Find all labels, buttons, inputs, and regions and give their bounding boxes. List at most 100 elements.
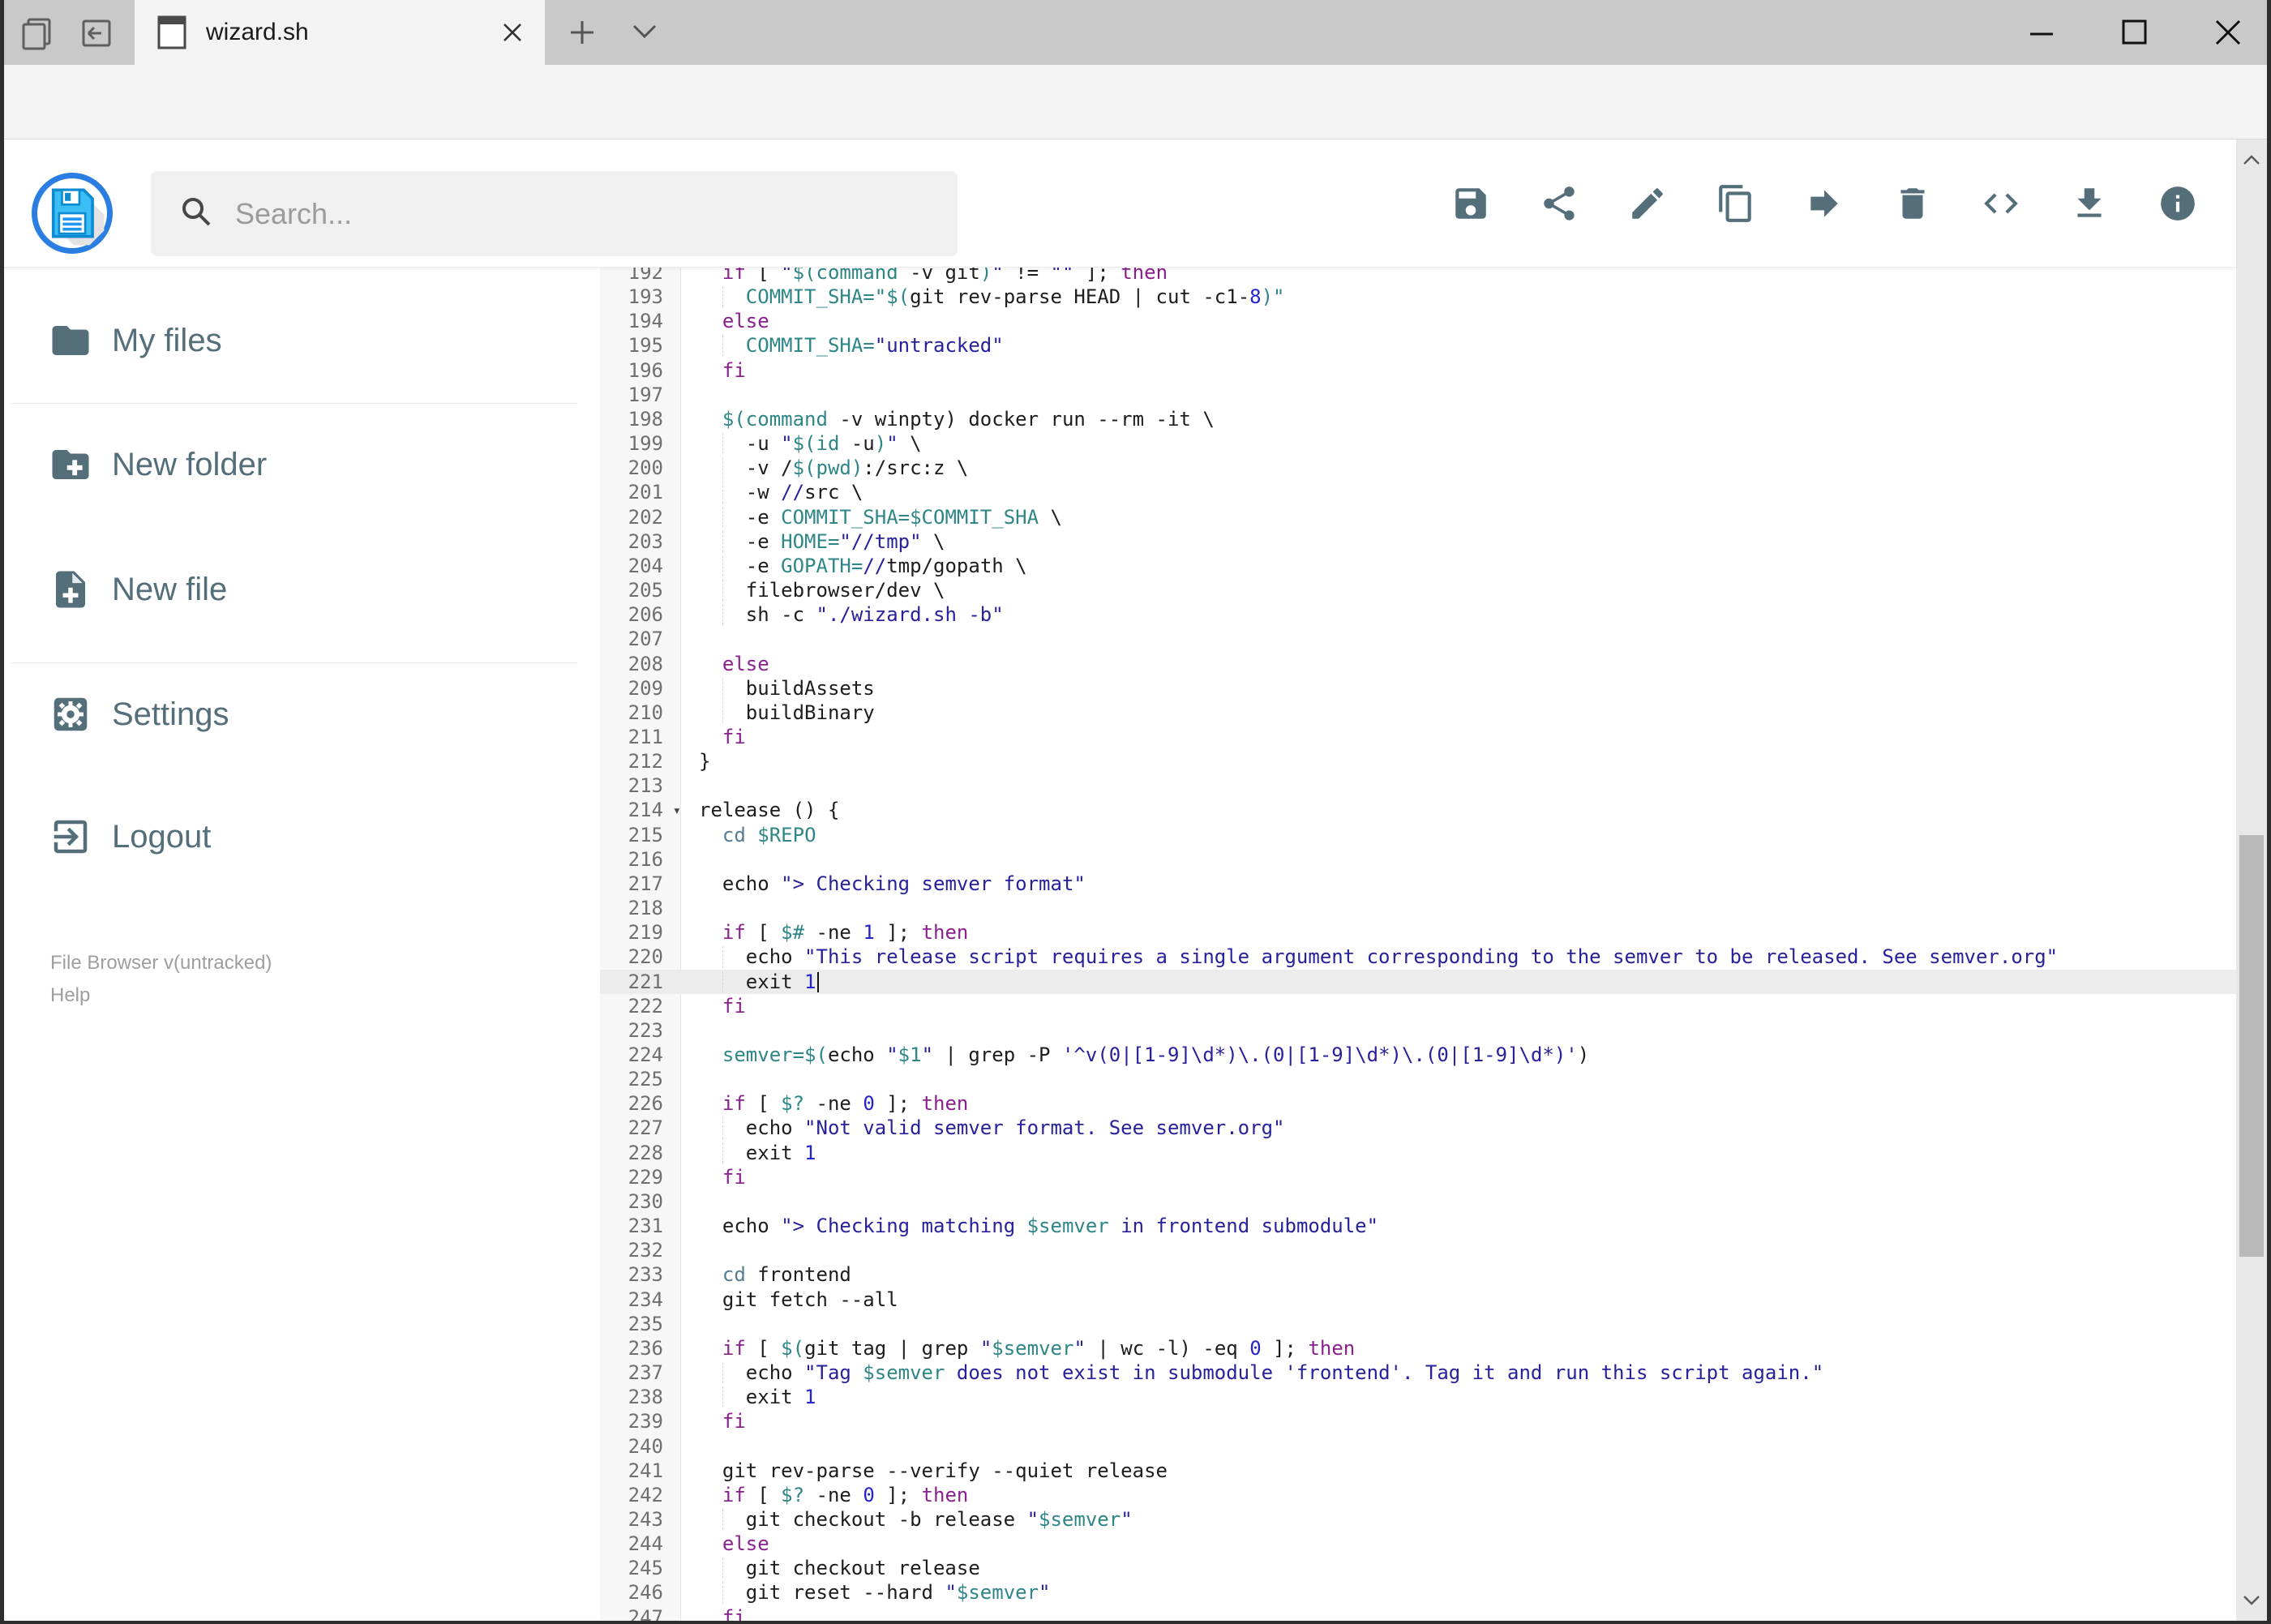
code-text[interactable]: echo "> Checking semver format" (681, 872, 2236, 896)
code-text[interactable]: fi (681, 725, 2236, 749)
code-text[interactable]: buildAssets (681, 676, 2236, 701)
code-text[interactable] (681, 1238, 2236, 1262)
code-text[interactable]: fi (681, 1165, 2236, 1189)
code-text[interactable]: sh -c "./wizard.sh -b" (681, 602, 2236, 627)
code-text[interactable]: release () { (681, 798, 2236, 822)
tab-dropdown-icon[interactable] (631, 21, 658, 42)
code-text[interactable]: else (681, 652, 2236, 676)
code-text[interactable]: COMMIT_SHA="untracked" (681, 333, 2236, 358)
code-text[interactable]: exit 1 (681, 970, 2236, 994)
new-tab-icon[interactable] (568, 18, 597, 47)
browser-tab[interactable]: wizard.sh (135, 0, 545, 65)
info-button[interactable] (2157, 183, 2198, 224)
code-text[interactable]: -u "$(id -u)" \ (681, 431, 2236, 456)
tab-close-icon[interactable] (501, 21, 524, 44)
sidebar-item-my-files[interactable]: My files (0, 296, 600, 385)
code-text[interactable]: fi (681, 1605, 2236, 1621)
minimize-button[interactable] (2019, 10, 2064, 55)
code-text[interactable] (681, 1312, 2236, 1336)
code-text[interactable]: filebrowser/dev \ (681, 578, 2236, 602)
code-text[interactable] (681, 627, 2236, 651)
code-text[interactable]: else (681, 1532, 2236, 1556)
code-text[interactable] (681, 847, 2236, 872)
move-button[interactable] (1804, 183, 1845, 224)
sidebar-item-settings[interactable]: Settings (0, 670, 600, 759)
code-text[interactable]: echo "Tag $semver does not exist in subm… (681, 1360, 2236, 1385)
code-text[interactable] (681, 1434, 2236, 1459)
code-text[interactable]: echo "This release script requires a sin… (681, 945, 2236, 969)
code-text[interactable]: git rev-parse --verify --quiet release (681, 1459, 2236, 1483)
scroll-up-icon[interactable] (2242, 151, 2261, 170)
code-text[interactable] (681, 896, 2236, 920)
code-text[interactable]: -v /$(pwd):/src:z \ (681, 456, 2236, 480)
tab-bar: wizard.sh (0, 0, 2271, 65)
code-line: 239 fi (600, 1409, 2236, 1433)
fold-marker-icon[interactable]: ▾ (673, 799, 681, 823)
code-text[interactable]: -e COMMIT_SHA=$COMMIT_SHA \ (681, 505, 2236, 529)
line-number: 221 (628, 970, 663, 993)
help-link[interactable]: Help (50, 979, 272, 1012)
rename-button[interactable] (1627, 183, 1668, 224)
code-text[interactable]: git checkout release (681, 1556, 2236, 1580)
line-number: 211 (628, 725, 663, 748)
page-scrollbar[interactable] (2236, 139, 2267, 1621)
code-text[interactable]: cd frontend (681, 1262, 2236, 1287)
code-text[interactable]: $(command -v winpty) docker run --rm -it… (681, 407, 2236, 431)
sidebar-item-new-folder[interactable]: New folder (0, 420, 600, 509)
delete-button[interactable] (1892, 183, 1933, 224)
code-text[interactable]: exit 1 (681, 1385, 2236, 1409)
code-text[interactable]: COMMIT_SHA="$(git rev-parse HEAD | cut -… (681, 285, 2236, 309)
share-button[interactable] (1539, 183, 1579, 224)
code-text[interactable] (681, 1018, 2236, 1043)
maximize-button[interactable] (2112, 10, 2157, 55)
code-text[interactable]: buildBinary (681, 701, 2236, 725)
close-button[interactable] (2205, 10, 2251, 55)
code-text[interactable]: -e GOPATH=//tmp/gopath \ (681, 554, 2236, 578)
code-line: 228 exit 1 (600, 1141, 2236, 1165)
code-text[interactable]: echo "> Checking matching $semver in fro… (681, 1214, 2236, 1238)
code-text[interactable] (681, 773, 2236, 798)
raw-code-button[interactable] (1981, 183, 2021, 224)
code-text[interactable]: if [ $? -ne 0 ]; then (681, 1483, 2236, 1507)
save-button[interactable] (1450, 183, 1491, 224)
code-text[interactable]: cd $REPO (681, 823, 2236, 847)
line-number: 231 (628, 1215, 663, 1238)
code-text[interactable]: fi (681, 358, 2236, 383)
code-text[interactable] (681, 383, 2236, 407)
code-text[interactable]: fi (681, 994, 2236, 1018)
search-box[interactable] (151, 171, 958, 256)
sidebar-item-logout[interactable]: Logout (0, 792, 600, 881)
window-edge (0, 1621, 2271, 1624)
set-tabs-aside-icon[interactable] (77, 15, 114, 52)
code-text[interactable]: fi (681, 1409, 2236, 1433)
code-text[interactable]: -w //src \ (681, 480, 2236, 504)
filebrowser-logo[interactable] (32, 173, 113, 254)
copy-button[interactable] (1716, 183, 1756, 224)
line-number: 219 (628, 921, 663, 945)
code-text[interactable]: git fetch --all (681, 1288, 2236, 1312)
scroll-down-icon[interactable] (2242, 1590, 2261, 1609)
download-button[interactable] (2069, 183, 2110, 224)
code-text[interactable]: if [ "$(command -v git)" != "" ]; then (681, 268, 2236, 285)
code-editor[interactable]: 192 if [ "$(command -v git)" != "" ]; th… (600, 268, 2236, 1621)
scrollbar-thumb[interactable] (2239, 835, 2264, 1257)
line-number: 198 (628, 407, 663, 431)
code-line: 236 if [ $(git tag | grep "$semver" | wc… (600, 1336, 2236, 1360)
tab-preview-icon[interactable] (20, 15, 58, 52)
code-text[interactable]: -e HOME="//tmp" \ (681, 529, 2236, 554)
code-text[interactable]: exit 1 (681, 1141, 2236, 1165)
code-text[interactable]: echo "Not valid semver format. See semve… (681, 1116, 2236, 1140)
code-text[interactable]: semver=$(echo "$1" | grep -P '^v(0|[1-9]… (681, 1043, 2236, 1067)
code-text[interactable]: } (681, 749, 2236, 773)
code-text[interactable] (681, 1067, 2236, 1091)
search-input[interactable] (234, 195, 898, 232)
code-text[interactable] (681, 1189, 2236, 1214)
code-text[interactable]: else (681, 309, 2236, 333)
code-text[interactable]: if [ $(git tag | grep "$semver" | wc -l)… (681, 1336, 2236, 1360)
code-line: 210 buildBinary (600, 701, 2236, 725)
code-text[interactable]: git checkout -b release "$semver" (681, 1507, 2236, 1532)
code-text[interactable]: git reset --hard "$semver" (681, 1580, 2236, 1605)
code-text[interactable]: if [ $# -ne 1 ]; then (681, 920, 2236, 945)
sidebar-item-new-file[interactable]: New file (0, 545, 600, 634)
code-text[interactable]: if [ $? -ne 0 ]; then (681, 1091, 2236, 1116)
